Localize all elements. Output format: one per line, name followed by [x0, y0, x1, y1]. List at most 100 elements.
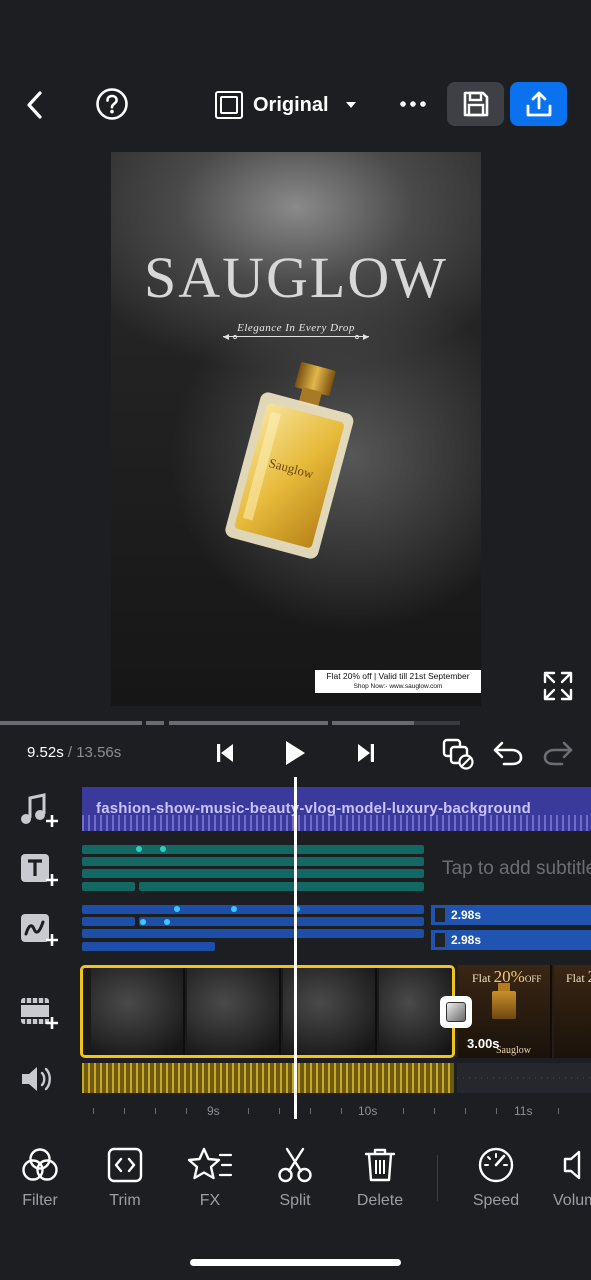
sticker-clip-duration: 2.98s — [451, 908, 482, 922]
trim-label: Trim — [109, 1192, 141, 1209]
perfume-bottle-image: Sauglow — [225, 362, 354, 559]
sticker-clip[interactable] — [82, 917, 135, 926]
split-tool[interactable]: Split — [255, 1146, 335, 1210]
keyframe-marker[interactable] — [136, 846, 142, 852]
clip-offer-text: Flat 20% — [566, 967, 591, 986]
skip-back-button[interactable] — [212, 739, 238, 767]
tagline-arrows-icon — [223, 334, 369, 340]
keyframe-marker[interactable] — [160, 846, 166, 852]
ruler-tick — [93, 1108, 94, 1114]
speaker-outline-icon — [563, 1150, 581, 1180]
sticker-thumbnail — [435, 908, 445, 922]
help-button[interactable] — [94, 86, 130, 122]
aspect-ratio-icon — [215, 91, 243, 119]
sticker-clip[interactable] — [139, 917, 424, 926]
ruler-tick — [465, 1108, 466, 1114]
add-music-button[interactable] — [18, 793, 60, 834]
filter-circles-icon — [22, 1148, 58, 1181]
keyframe-marker[interactable] — [174, 906, 180, 912]
offer-banner: Flat 20% off | Valid till 21st September… — [315, 670, 481, 693]
keyframe-icon — [442, 738, 474, 770]
delete-tool[interactable]: Delete — [340, 1146, 420, 1210]
more-options-button[interactable] — [396, 90, 430, 118]
volume-label: Volume — [553, 1192, 591, 1209]
keyframe-button[interactable] — [440, 736, 476, 772]
clip-brand-text: Sauglow — [496, 1045, 531, 1056]
music-clip[interactable]: fashion-show-music-beauty-vlog-model-lux… — [82, 787, 591, 831]
total-time: 13.56s — [76, 744, 122, 761]
add-subtitles-hint[interactable]: Tap to add subtitles — [442, 858, 591, 880]
volume-track-button[interactable] — [18, 1064, 58, 1099]
current-time: 9.52s — [27, 744, 64, 761]
sticker-clip[interactable] — [82, 942, 215, 951]
trim-tool[interactable]: Trim — [85, 1146, 165, 1210]
sticker-clip-2[interactable]: 2.98s — [431, 930, 591, 950]
text-clip[interactable] — [139, 882, 424, 891]
text-clip[interactable] — [82, 869, 424, 878]
ruler-tick — [186, 1108, 187, 1114]
fullscreen-button[interactable] — [542, 670, 574, 707]
text-clip[interactable] — [82, 845, 424, 854]
filter-label: Filter — [22, 1192, 58, 1209]
fx-star-icon — [187, 1147, 233, 1180]
audio-track-empty — [457, 1063, 591, 1093]
chevron-left-icon — [27, 91, 42, 119]
transition-icon — [446, 1002, 466, 1022]
play-button[interactable] — [280, 736, 310, 770]
ruler-label: 11s — [514, 1104, 533, 1118]
film-add-icon — [21, 998, 58, 1029]
aspect-ratio-dropdown[interactable]: Original — [215, 86, 357, 124]
ruler-tick — [403, 1108, 404, 1114]
question-circle-icon — [96, 88, 128, 120]
back-button[interactable] — [18, 88, 52, 122]
speed-tool[interactable]: Speed — [456, 1146, 536, 1210]
fx-tool[interactable]: FX — [170, 1146, 250, 1210]
home-indicator — [190, 1259, 401, 1266]
progress-segment[interactable] — [169, 721, 328, 725]
add-text-button[interactable] — [18, 852, 60, 893]
ruler-tick — [341, 1108, 342, 1114]
sticker-clip-1[interactable]: 2.98s — [431, 905, 591, 925]
clip-audio-waveform[interactable] — [82, 1063, 454, 1093]
progress-segment[interactable] — [146, 721, 164, 725]
progress-segment[interactable] — [0, 721, 142, 725]
filter-tool[interactable]: Filter — [0, 1146, 80, 1210]
export-button[interactable] — [510, 82, 567, 126]
ruler-label: 9s — [207, 1104, 220, 1118]
sticker-clip[interactable] — [82, 905, 424, 914]
skip-forward-button[interactable] — [353, 739, 379, 767]
music-note-add-icon — [21, 793, 58, 827]
selected-video-clip[interactable] — [80, 965, 455, 1058]
undo-button[interactable] — [490, 738, 526, 768]
ruler-tick — [124, 1108, 125, 1114]
playhead[interactable] — [294, 777, 297, 1119]
ruler-tick — [558, 1108, 559, 1114]
volume-tool[interactable]: Volume — [541, 1146, 591, 1210]
speedometer-icon — [478, 1147, 514, 1183]
trash-icon — [364, 1148, 396, 1182]
expand-arrows-icon — [543, 671, 573, 701]
delete-label: Delete — [356, 1192, 404, 1209]
keyframe-marker[interactable] — [140, 919, 146, 925]
add-clip-button[interactable] — [18, 995, 60, 1036]
skip-forward-icon — [358, 744, 374, 762]
floppy-disk-icon — [463, 91, 488, 117]
caret-down-icon — [345, 102, 356, 108]
skip-back-icon — [217, 744, 233, 762]
video-preview[interactable]: SAUGLOW Elegance In Every Drop Sauglow F… — [111, 152, 481, 706]
text-clip[interactable] — [82, 882, 135, 891]
sticker-clip[interactable] — [82, 929, 424, 938]
save-draft-button[interactable] — [447, 82, 504, 126]
keyframe-marker[interactable] — [164, 919, 170, 925]
progress-segment[interactable] — [332, 721, 414, 725]
progress-segment[interactable] — [414, 721, 460, 725]
add-sticker-button[interactable] — [18, 912, 60, 953]
clip-frame — [187, 968, 281, 1055]
ruler-tick — [496, 1108, 497, 1114]
ruler-tick — [279, 1108, 280, 1114]
transition-button[interactable] — [440, 996, 472, 1028]
sticker-add-icon — [21, 914, 58, 946]
text-clip[interactable] — [82, 857, 424, 866]
keyframe-marker[interactable] — [231, 906, 237, 912]
redo-button[interactable] — [540, 738, 576, 768]
